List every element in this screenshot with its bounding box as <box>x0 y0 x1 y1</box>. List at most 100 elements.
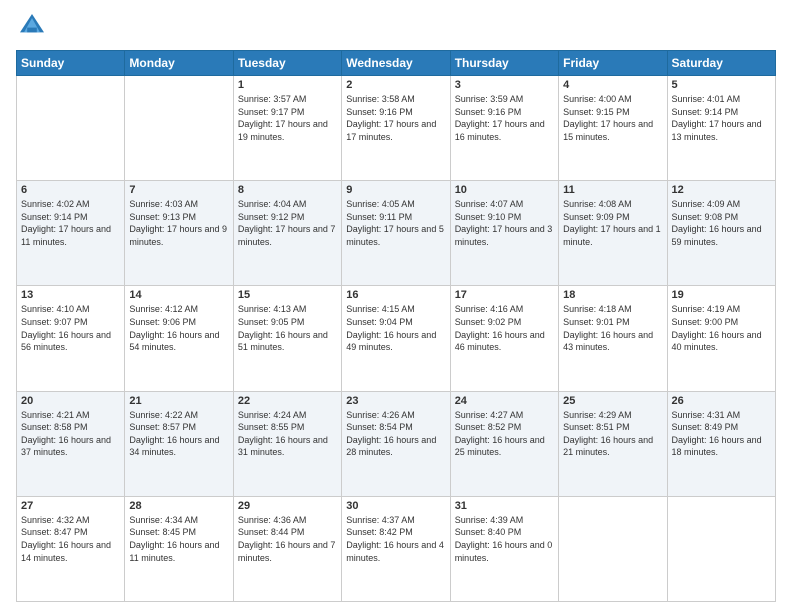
day-number: 15 <box>238 289 337 301</box>
calendar-week-2: 6Sunrise: 4:02 AM Sunset: 9:14 PM Daylig… <box>17 181 776 286</box>
day-info: Sunrise: 4:31 AM Sunset: 8:49 PM Dayligh… <box>672 409 771 459</box>
day-info: Sunrise: 4:03 AM Sunset: 9:13 PM Dayligh… <box>129 198 228 248</box>
calendar-cell: 31 Sunrise: 4:39 AM Sunset: 8:40 PM Dayli… <box>450 496 558 601</box>
calendar-cell: 30 Sunrise: 4:37 AM Sunset: 8:42 PM Dayli… <box>342 496 450 601</box>
day-info: Sunrise: 4:16 AM Sunset: 9:02 PM Dayligh… <box>455 303 554 353</box>
day-info: Sunrise: 4:24 AM Sunset: 8:55 PM Dayligh… <box>238 409 337 459</box>
calendar-cell: 28 Sunrise: 4:34 AM Sunset: 8:45 PM Dayli… <box>125 496 233 601</box>
calendar-week-4: 20Sunrise: 4:21 AM Sunset: 8:58 PM Dayli… <box>17 391 776 496</box>
day-info: Sunrise: 4:27 AM Sunset: 8:52 PM Dayligh… <box>455 409 554 459</box>
day-number: 10 <box>455 184 554 196</box>
day-number: 27 <box>21 500 120 512</box>
day-number: 11 <box>563 184 662 196</box>
day-number: 30 <box>346 500 445 512</box>
calendar-cell: 23 Sunrise: 4:26 AM Sunset: 8:54 PM Dayli… <box>342 391 450 496</box>
day-info: Sunrise: 4:29 AM Sunset: 8:51 PM Dayligh… <box>563 409 662 459</box>
day-number: 8 <box>238 184 337 196</box>
day-number: 14 <box>129 289 228 301</box>
day-info: Sunrise: 4:15 AM Sunset: 9:04 PM Dayligh… <box>346 303 445 353</box>
day-info: Sunrise: 4:09 AM Sunset: 9:08 PM Dayligh… <box>672 198 771 248</box>
day-info: Sunrise: 4:00 AM Sunset: 9:15 PM Dayligh… <box>563 93 662 143</box>
day-number: 21 <box>129 395 228 407</box>
calendar-cell: 15 Sunrise: 4:13 AM Sunset: 9:05 PM Dayli… <box>233 286 341 391</box>
calendar-week-1: 1Sunrise: 3:57 AM Sunset: 9:17 PM Daylig… <box>17 76 776 181</box>
calendar-cell: 11 Sunrise: 4:08 AM Sunset: 9:09 PM Dayli… <box>559 181 667 286</box>
day-info: Sunrise: 4:39 AM Sunset: 8:40 PM Dayligh… <box>455 514 554 564</box>
calendar-week-5: 27 Sunrise: 4:32 AM Sunset: 8:47 PM Dayli… <box>17 496 776 601</box>
day-number: 23 <box>346 395 445 407</box>
day-number: 29 <box>238 500 337 512</box>
calendar-cell <box>125 76 233 181</box>
calendar-header-friday: Friday <box>559 51 667 76</box>
day-number: 13 <box>21 289 120 301</box>
calendar-header-thursday: Thursday <box>450 51 558 76</box>
day-number: 17 <box>455 289 554 301</box>
day-number: 3 <box>455 79 554 91</box>
day-number: 5 <box>672 79 771 91</box>
day-number: 22 <box>238 395 337 407</box>
day-info: Sunrise: 4:26 AM Sunset: 8:54 PM Dayligh… <box>346 409 445 459</box>
day-info: Sunrise: 4:37 AM Sunset: 8:42 PM Dayligh… <box>346 514 445 564</box>
day-info: Sunrise: 3:59 AM Sunset: 9:16 PM Dayligh… <box>455 93 554 143</box>
day-info: Sunrise: 4:01 AM Sunset: 9:14 PM Dayligh… <box>672 93 771 143</box>
day-info: Sunrise: 4:21 AM Sunset: 8:58 PM Dayligh… <box>21 409 120 459</box>
day-info: Sunrise: 4:34 AM Sunset: 8:45 PM Dayligh… <box>129 514 228 564</box>
calendar-header-row: SundayMondayTuesdayWednesdayThursdayFrid… <box>17 51 776 76</box>
day-info: Sunrise: 4:32 AM Sunset: 8:47 PM Dayligh… <box>21 514 120 564</box>
calendar-cell: 29 Sunrise: 4:36 AM Sunset: 8:44 PM Dayli… <box>233 496 341 601</box>
day-info: Sunrise: 4:08 AM Sunset: 9:09 PM Dayligh… <box>563 198 662 248</box>
day-number: 26 <box>672 395 771 407</box>
day-info: Sunrise: 4:10 AM Sunset: 9:07 PM Dayligh… <box>21 303 120 353</box>
calendar-cell: 19 Sunrise: 4:19 AM Sunset: 9:00 PM Dayli… <box>667 286 775 391</box>
day-info: Sunrise: 3:58 AM Sunset: 9:16 PM Dayligh… <box>346 93 445 143</box>
day-info: Sunrise: 4:36 AM Sunset: 8:44 PM Dayligh… <box>238 514 337 564</box>
day-info: Sunrise: 3:57 AM Sunset: 9:17 PM Dayligh… <box>238 93 337 143</box>
day-number: 9 <box>346 184 445 196</box>
logo <box>16 10 52 42</box>
calendar-cell: 6Sunrise: 4:02 AM Sunset: 9:14 PM Daylig… <box>17 181 125 286</box>
calendar-cell: 8 Sunrise: 4:04 AM Sunset: 9:12 PM Daylig… <box>233 181 341 286</box>
calendar-cell: 27 Sunrise: 4:32 AM Sunset: 8:47 PM Dayli… <box>17 496 125 601</box>
day-number: 6 <box>21 184 120 196</box>
header <box>16 10 776 42</box>
day-number: 4 <box>563 79 662 91</box>
calendar-cell: 9 Sunrise: 4:05 AM Sunset: 9:11 PM Daylig… <box>342 181 450 286</box>
calendar-cell: 25 Sunrise: 4:29 AM Sunset: 8:51 PM Dayli… <box>559 391 667 496</box>
calendar-header-monday: Monday <box>125 51 233 76</box>
day-number: 28 <box>129 500 228 512</box>
calendar-cell: 26 Sunrise: 4:31 AM Sunset: 8:49 PM Dayli… <box>667 391 775 496</box>
calendar-week-3: 13 Sunrise: 4:10 AM Sunset: 9:07 PM Dayli… <box>17 286 776 391</box>
calendar-cell: 5 Sunrise: 4:01 AM Sunset: 9:14 PM Daylig… <box>667 76 775 181</box>
day-info: Sunrise: 4:18 AM Sunset: 9:01 PM Dayligh… <box>563 303 662 353</box>
calendar-header-sunday: Sunday <box>17 51 125 76</box>
calendar-cell: 17 Sunrise: 4:16 AM Sunset: 9:02 PM Dayli… <box>450 286 558 391</box>
day-info: Sunrise: 4:13 AM Sunset: 9:05 PM Dayligh… <box>238 303 337 353</box>
calendar-cell: 22 Sunrise: 4:24 AM Sunset: 8:55 PM Dayli… <box>233 391 341 496</box>
calendar-cell: 3 Sunrise: 3:59 AM Sunset: 9:16 PM Daylig… <box>450 76 558 181</box>
calendar-cell: 18 Sunrise: 4:18 AM Sunset: 9:01 PM Dayli… <box>559 286 667 391</box>
day-number: 31 <box>455 500 554 512</box>
day-info: Sunrise: 4:05 AM Sunset: 9:11 PM Dayligh… <box>346 198 445 248</box>
day-info: Sunrise: 4:04 AM Sunset: 9:12 PM Dayligh… <box>238 198 337 248</box>
calendar-cell: 21 Sunrise: 4:22 AM Sunset: 8:57 PM Dayli… <box>125 391 233 496</box>
calendar-header-saturday: Saturday <box>667 51 775 76</box>
day-info: Sunrise: 4:22 AM Sunset: 8:57 PM Dayligh… <box>129 409 228 459</box>
day-info: Sunrise: 4:19 AM Sunset: 9:00 PM Dayligh… <box>672 303 771 353</box>
day-number: 19 <box>672 289 771 301</box>
calendar-table: SundayMondayTuesdayWednesdayThursdayFrid… <box>16 50 776 602</box>
calendar-cell: 14 Sunrise: 4:12 AM Sunset: 9:06 PM Dayli… <box>125 286 233 391</box>
calendar-cell: 1Sunrise: 3:57 AM Sunset: 9:17 PM Daylig… <box>233 76 341 181</box>
day-info: Sunrise: 4:12 AM Sunset: 9:06 PM Dayligh… <box>129 303 228 353</box>
day-number: 16 <box>346 289 445 301</box>
calendar-cell: 2Sunrise: 3:58 AM Sunset: 9:16 PM Daylig… <box>342 76 450 181</box>
calendar-cell <box>667 496 775 601</box>
day-number: 12 <box>672 184 771 196</box>
day-number: 25 <box>563 395 662 407</box>
calendar-cell: 20Sunrise: 4:21 AM Sunset: 8:58 PM Dayli… <box>17 391 125 496</box>
calendar-cell: 12 Sunrise: 4:09 AM Sunset: 9:08 PM Dayli… <box>667 181 775 286</box>
calendar-cell: 24Sunrise: 4:27 AM Sunset: 8:52 PM Dayli… <box>450 391 558 496</box>
day-number: 7 <box>129 184 228 196</box>
calendar-cell: 4 Sunrise: 4:00 AM Sunset: 9:15 PM Daylig… <box>559 76 667 181</box>
day-number: 18 <box>563 289 662 301</box>
calendar-cell <box>17 76 125 181</box>
